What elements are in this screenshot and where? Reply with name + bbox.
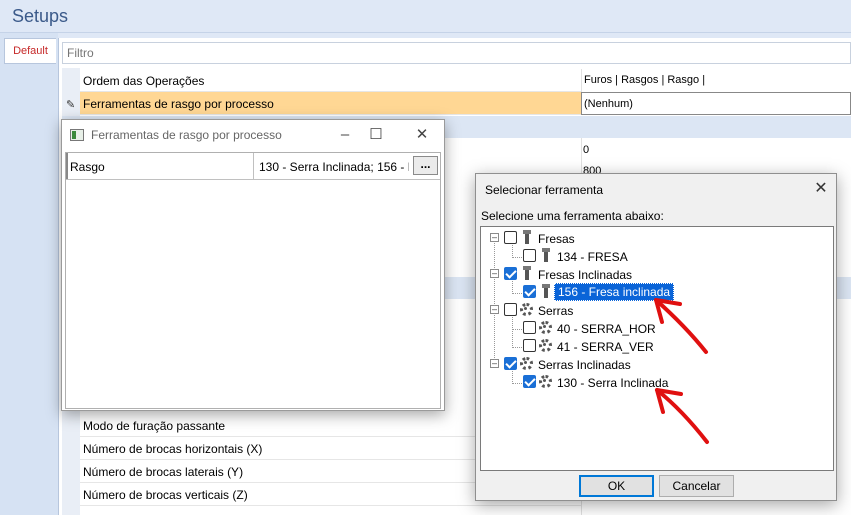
ferramentas-title: Ferramentas de rasgo por processo <box>91 128 282 142</box>
ok-button[interactable]: OK <box>579 475 654 497</box>
tree-group-label[interactable]: Serras Inclinadas <box>538 358 631 372</box>
tree-checkbox[interactable] <box>523 249 536 262</box>
row-name: Rasgo <box>70 160 105 174</box>
property-name: Ferramentas de rasgo por processo <box>83 97 274 111</box>
fresa-icon <box>521 266 533 280</box>
ferramentas-row-rasgo[interactable]: Rasgo 130 - Serra Inclinada; 156 - Fr ..… <box>66 153 440 180</box>
saw-icon <box>539 339 552 352</box>
column-divider <box>253 153 254 179</box>
property-row-ferramentas[interactable]: Ferramentas de rasgo por processo (Nenhu… <box>80 92 851 115</box>
tree-checkbox-checked[interactable] <box>504 357 517 370</box>
saw-icon <box>520 303 533 316</box>
tree-checkbox[interactable] <box>523 339 536 352</box>
tree-item-label[interactable]: 41 - SERRA_VER <box>557 340 654 354</box>
ferramentas-dialog: Ferramentas de rasgo por processo – ☐ ✕ … <box>61 119 445 411</box>
tree-item-label[interactable]: 134 - FRESA <box>557 250 628 264</box>
tree-connector <box>494 240 495 366</box>
window-icon <box>70 129 84 141</box>
tab-strip <box>0 33 58 515</box>
tree-checkbox[interactable] <box>523 321 536 334</box>
saw-icon <box>539 321 552 334</box>
property-name: Ordem das Operações <box>83 74 205 88</box>
cancel-button[interactable]: Cancelar <box>659 475 734 497</box>
tree-group-label[interactable]: Fresas <box>538 232 575 246</box>
collapse-toggle[interactable]: – <box>490 305 499 314</box>
ellipsis-button[interactable]: ... <box>413 156 438 175</box>
property-value-field[interactable]: (Nenhum) <box>581 92 851 115</box>
tree-checkbox[interactable] <box>504 231 517 244</box>
collapse-toggle[interactable]: – <box>490 233 499 242</box>
tree-item-label-selected[interactable]: 156 - Fresa inclinada <box>554 283 675 301</box>
collapse-toggle[interactable]: – <box>490 359 499 368</box>
fresa-icon <box>540 284 552 298</box>
property-name: Número de brocas laterais (Y) <box>83 465 244 479</box>
property-row-ordem[interactable]: Ordem das Operações Furos | Rasgos | Ras… <box>80 69 851 92</box>
ferramentas-grid: Rasgo 130 - Serra Inclinada; 156 - Fr ..… <box>65 152 441 409</box>
minimize-icon[interactable]: – <box>330 124 360 146</box>
fresa-icon <box>540 248 552 262</box>
row-value[interactable]: 130 - Serra Inclinada; 156 - Fr <box>259 160 409 174</box>
tree-group-label[interactable]: Fresas Inclinadas <box>538 268 632 282</box>
app-title: Setups <box>12 6 69 26</box>
saw-icon <box>539 375 552 388</box>
app-titlebar: Setups <box>0 0 851 33</box>
property-value[interactable]: Furos | Rasgos | Rasgo | <box>581 69 851 92</box>
fresa-icon <box>521 230 533 244</box>
row-marker <box>66 153 68 179</box>
tool-tree[interactable]: – Fresas 134 - FRESA – Fresas Inclinadas… <box>480 226 834 471</box>
saw-icon <box>520 357 533 370</box>
tree-checkbox[interactable] <box>504 303 517 316</box>
property-name: Modo de furação passante <box>83 419 226 433</box>
tree-checkbox-checked[interactable] <box>504 267 517 280</box>
close-icon[interactable]: ✕ <box>808 178 834 200</box>
property-name: Número de brocas verticais (Z) <box>83 488 248 502</box>
ferramentas-titlebar[interactable]: Ferramentas de rasgo por processo – ☐ ✕ <box>62 120 444 151</box>
property-value[interactable]: 0 <box>583 144 589 156</box>
tree-checkbox-checked[interactable] <box>523 285 536 298</box>
close-icon[interactable]: ✕ <box>407 124 437 146</box>
maximize-icon[interactable]: ☐ <box>361 124 391 146</box>
tab-default[interactable]: Default <box>4 38 56 64</box>
dialog-subtitle: Selecione uma ferramenta abaixo: <box>481 209 664 223</box>
tree-checkbox-checked[interactable] <box>523 375 536 388</box>
dialog-title: Selecionar ferramenta <box>485 183 604 197</box>
property-name: Número de brocas horizontais (X) <box>83 442 263 456</box>
selecionar-ferramenta-dialog: Selecionar ferramenta ✕ Selecione uma fe… <box>475 173 837 501</box>
tree-group-label[interactable]: Serras <box>538 304 573 318</box>
edit-pencil-icon: ✎ <box>66 99 76 111</box>
collapse-toggle[interactable]: – <box>490 269 499 278</box>
tree-item-label[interactable]: 40 - SERRA_HOR <box>557 322 656 336</box>
filter-input[interactable] <box>62 42 851 64</box>
tree-item-label[interactable]: 130 - Serra Inclinada <box>557 376 668 390</box>
